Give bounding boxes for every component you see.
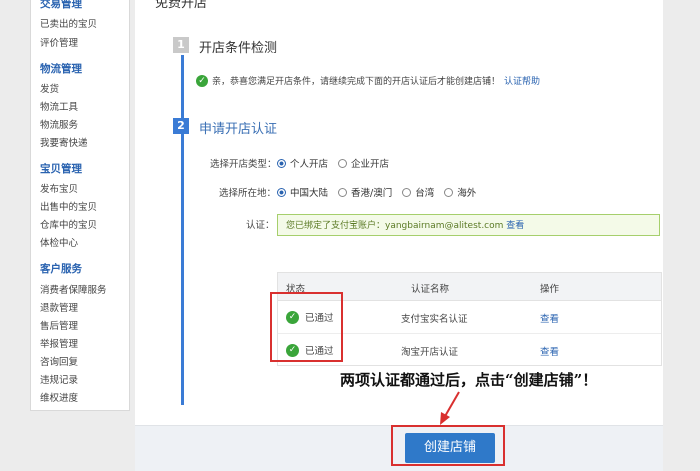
pointer-arrow-icon [440, 391, 460, 425]
create-shop-button[interactable]: 创建店铺 [405, 433, 495, 463]
